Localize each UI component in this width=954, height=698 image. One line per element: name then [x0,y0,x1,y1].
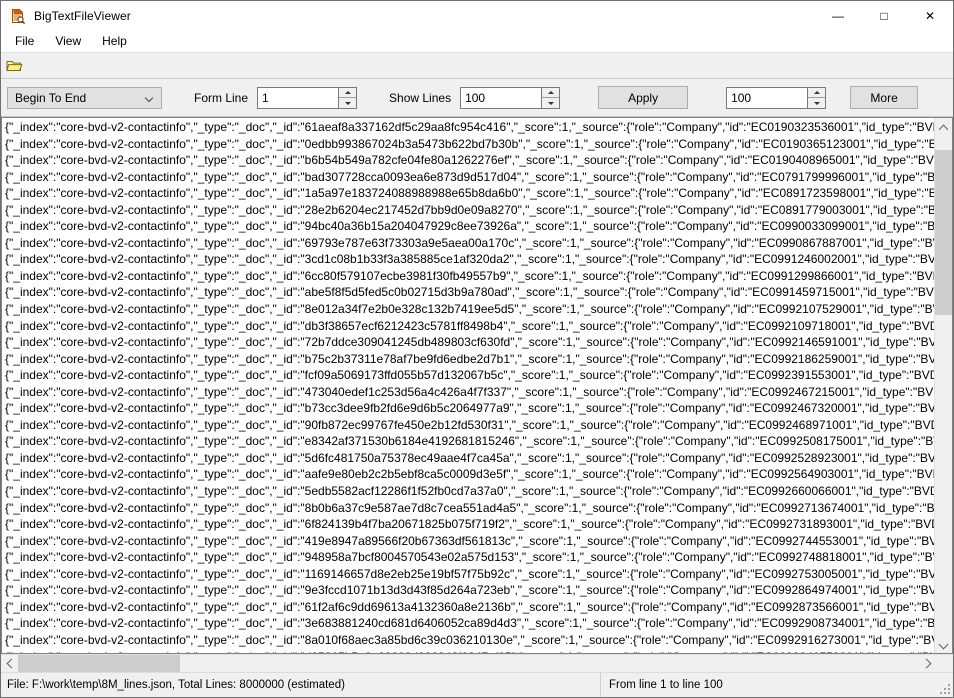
resize-grip-icon[interactable] [938,682,950,694]
direction-select-value: Begin To End [15,90,87,105]
text-line: {"_index":"core-bvd-v2-contactinfo","_ty… [5,649,934,654]
text-line: {"_index":"core-bvd-v2-contactinfo","_ty… [5,500,934,515]
from-line-spin-up-icon[interactable] [339,87,357,97]
text-line: {"_index":"core-bvd-v2-contactinfo","_ty… [5,417,934,432]
text-line: {"_index":"core-bvd-v2-contactinfo","_ty… [5,616,934,631]
show-lines-spin-down-icon[interactable] [542,97,560,108]
text-line: {"_index":"core-bvd-v2-contactinfo","_ty… [5,285,934,300]
menu-view[interactable]: View [49,33,90,50]
text-line: {"_index":"core-bvd-v2-contactinfo","_ty… [5,384,934,399]
title-bar: BigTextFileViewer — □ ✕ [1,1,953,31]
show-lines-stepper[interactable]: 100 [460,86,561,109]
text-line: {"_index":"core-bvd-v2-contactinfo","_ty… [5,368,934,383]
text-viewer: {"_index":"core-bvd-v2-contactinfo","_ty… [1,117,953,654]
icon-toolbar [1,53,953,79]
open-folder-icon[interactable] [6,58,24,74]
horizontal-scrollbar-track[interactable] [18,655,919,672]
text-line: {"_index":"core-bvd-v2-contactinfo","_ty… [5,186,934,201]
from-line-spin-down-icon[interactable] [339,97,357,108]
more-count-input[interactable]: 100 [727,88,807,108]
text-content-area[interactable]: {"_index":"core-bvd-v2-contactinfo","_ty… [2,118,934,653]
show-lines-input[interactable]: 100 [461,88,541,108]
text-line: {"_index":"core-bvd-v2-contactinfo","_ty… [5,169,934,184]
status-range-info: From line 1 to line 100 [609,679,723,691]
apply-button[interactable]: Apply [598,86,689,109]
scroll-right-icon[interactable] [919,655,936,672]
show-lines-spin-buttons [541,87,560,108]
text-line: {"_index":"core-bvd-v2-contactinfo","_ty… [5,517,934,532]
scroll-left-icon[interactable] [1,655,18,672]
from-line-stepper[interactable]: 1 [257,86,358,109]
text-line: {"_index":"core-bvd-v2-contactinfo","_ty… [5,467,934,482]
scrollbar-corner [936,655,953,672]
text-line: {"_index":"core-bvd-v2-contactinfo","_ty… [5,550,934,565]
text-line: {"_index":"core-bvd-v2-contactinfo","_ty… [5,136,934,151]
maximize-button[interactable]: □ [861,1,907,31]
more-button[interactable]: More [850,86,919,109]
scroll-down-icon[interactable] [935,636,952,653]
text-line: {"_index":"core-bvd-v2-contactinfo","_ty… [5,219,934,234]
from-line-spin-buttons [338,87,357,108]
text-line: {"_index":"core-bvd-v2-contactinfo","_ty… [5,202,934,217]
text-line: {"_index":"core-bvd-v2-contactinfo","_ty… [5,484,934,499]
bigtextfileviewer-window: BigTextFileViewer — □ ✕ File View Help B… [0,0,954,698]
text-line: {"_index":"core-bvd-v2-contactinfo","_ty… [5,566,934,581]
more-count-spin-up-icon[interactable] [808,87,826,97]
text-line: {"_index":"core-bvd-v2-contactinfo","_ty… [5,632,934,647]
text-line: {"_index":"core-bvd-v2-contactinfo","_ty… [5,120,934,134]
window-controls: — □ ✕ [815,1,953,31]
document-search-icon [10,8,26,25]
text-line: {"_index":"core-bvd-v2-contactinfo","_ty… [5,153,934,168]
text-line: {"_index":"core-bvd-v2-contactinfo","_ty… [5,401,934,416]
scroll-up-icon[interactable] [935,118,952,135]
minimize-button[interactable]: — [815,1,861,31]
more-count-stepper[interactable]: 100 [726,86,827,109]
chevron-down-icon [145,93,155,103]
text-line: {"_index":"core-bvd-v2-contactinfo","_ty… [5,450,934,465]
horizontal-scrollbar[interactable] [1,654,953,672]
close-button[interactable]: ✕ [907,1,953,31]
text-line: {"_index":"core-bvd-v2-contactinfo","_ty… [5,268,934,283]
text-line: {"_index":"core-bvd-v2-contactinfo","_ty… [5,252,934,267]
text-line: {"_index":"core-bvd-v2-contactinfo","_ty… [5,599,934,614]
text-line: {"_index":"core-bvd-v2-contactinfo","_ty… [5,351,934,366]
from-line-input[interactable]: 1 [258,88,338,108]
horizontal-scrollbar-thumb[interactable] [18,655,181,672]
more-count-spin-down-icon[interactable] [808,97,826,108]
status-bar: File: F:\work\temp\8M_lines.json, Total … [1,672,953,697]
text-line: {"_index":"core-bvd-v2-contactinfo","_ty… [5,434,934,449]
text-line: {"_index":"core-bvd-v2-contactinfo","_ty… [5,533,934,548]
direction-select[interactable]: Begin To End [7,86,162,109]
text-line: {"_index":"core-bvd-v2-contactinfo","_ty… [5,318,934,333]
show-lines-label: Show Lines [389,90,452,105]
vertical-scrollbar-thumb[interactable] [935,150,952,316]
menu-help[interactable]: Help [96,33,136,50]
text-line: {"_index":"core-bvd-v2-contactinfo","_ty… [5,302,934,317]
window-title: BigTextFileViewer [34,9,131,23]
control-toolbar: Begin To End Form Line 1 Show Lines 100 … [1,79,953,117]
text-line: {"_index":"core-bvd-v2-contactinfo","_ty… [5,235,934,250]
menu-file[interactable]: File [9,33,43,50]
from-line-label: Form Line [194,90,249,105]
text-line: {"_index":"core-bvd-v2-contactinfo","_ty… [5,583,934,598]
status-file-info: File: F:\work\temp\8M_lines.json, Total … [1,673,601,697]
show-lines-spin-up-icon[interactable] [542,87,560,97]
menu-bar: File View Help [1,31,953,53]
vertical-scrollbar-track[interactable] [935,135,952,636]
vertical-scrollbar[interactable] [934,118,952,653]
more-count-spin-buttons [807,87,826,108]
text-line: {"_index":"core-bvd-v2-contactinfo","_ty… [5,335,934,350]
